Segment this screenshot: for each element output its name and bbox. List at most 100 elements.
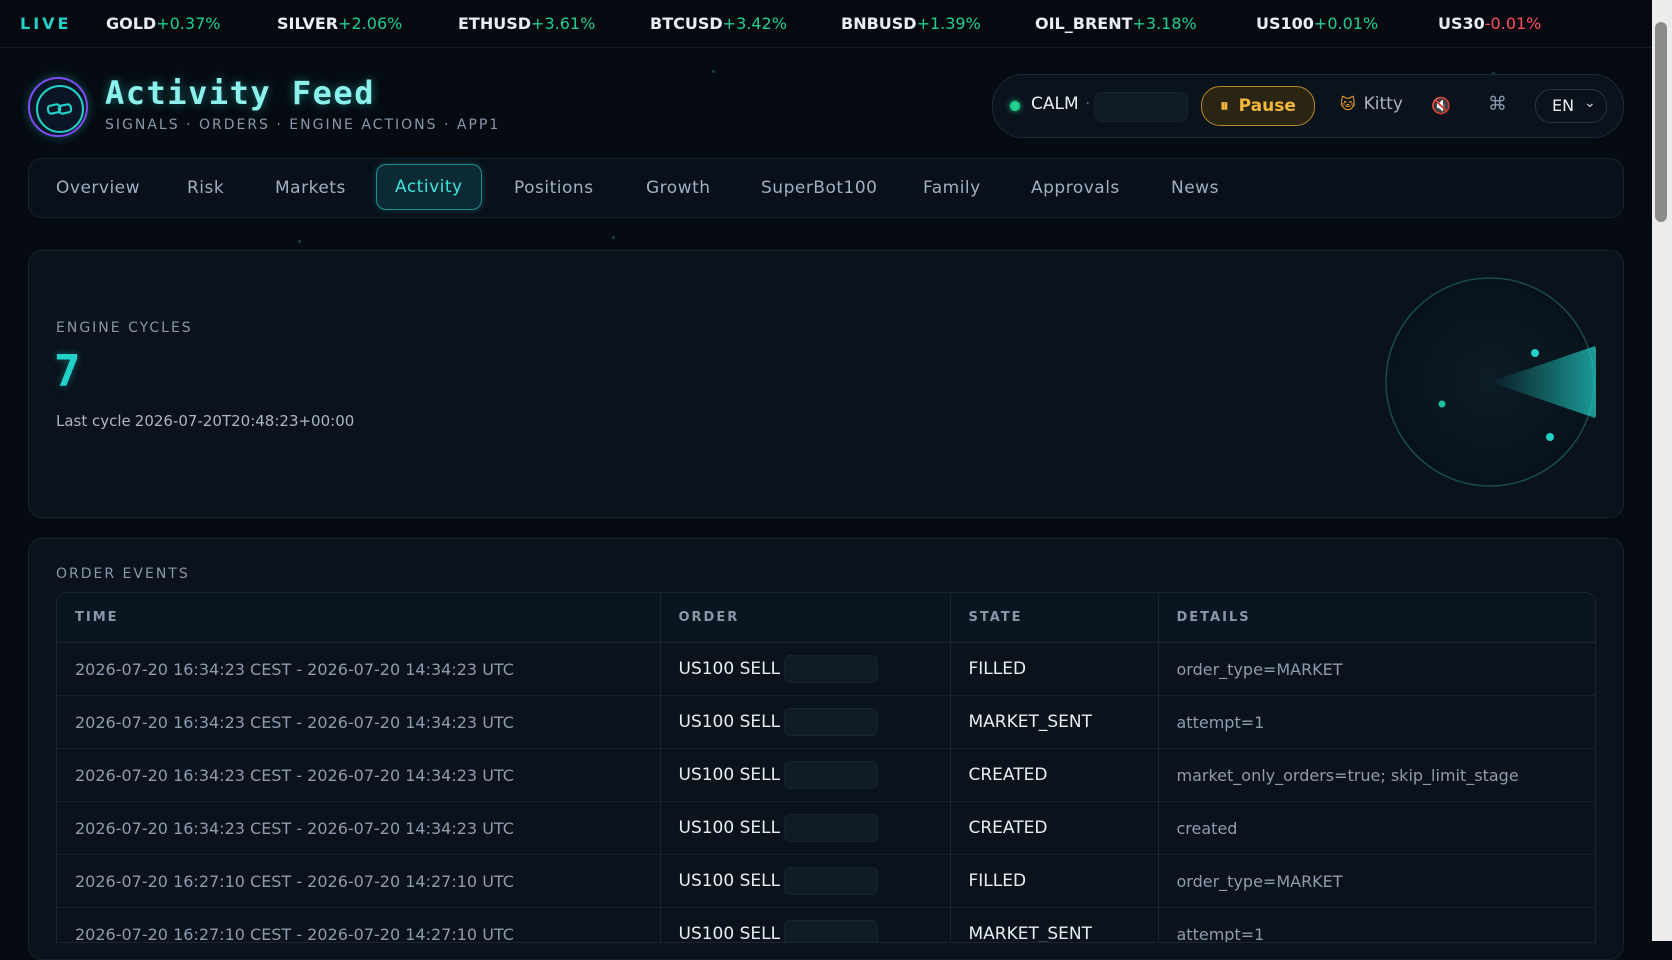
pause-icon: ⏸ (1220, 96, 1229, 116)
radar-blip (1531, 349, 1539, 357)
mood-separator: · (1085, 94, 1091, 114)
mood-status: CALM (1031, 94, 1079, 114)
tab-markets[interactable]: Markets (275, 166, 346, 210)
ticker-item-silver[interactable]: SILVER+2.06% (277, 0, 402, 47)
ticker-change: +0.37% (156, 14, 221, 33)
speaker-muted-icon[interactable]: 🔇 (1431, 96, 1451, 115)
cell-time: 2026-07-20 16:27:10 CEST - 2026-07-20 14… (57, 907, 661, 942)
radar-blip (1546, 433, 1554, 441)
radar-graphic (1385, 277, 1596, 487)
cell-state: MARKET_SENT (950, 695, 1159, 749)
cell-order: US100 SELL (660, 642, 951, 696)
table-row[interactable]: 2026-07-20 16:27:10 CEST - 2026-07-20 14… (57, 854, 1595, 908)
order-id-badge (784, 867, 879, 895)
tab-growth[interactable]: Growth (646, 166, 711, 210)
mood-value-badge (1094, 92, 1188, 122)
order-id-badge (784, 708, 879, 736)
ticker-change: +3.18% (1132, 14, 1197, 33)
ticker-symbol: US30 (1438, 14, 1485, 33)
order-label: US100 SELL (678, 924, 781, 943)
tab-family[interactable]: Family (923, 166, 981, 210)
cell-details: order_type=MARKET (1158, 854, 1595, 908)
radar-blip (1438, 400, 1446, 408)
tab-approvals[interactable]: Approvals (1031, 166, 1120, 210)
chevron-down-icon: ⌄ (1584, 95, 1596, 111)
language-value: EN (1552, 96, 1575, 115)
scrollbar-thumb[interactable] (1655, 22, 1667, 222)
engine-cycles-value: 7 (54, 346, 81, 397)
order-id-badge (784, 920, 879, 942)
cell-state: FILLED (950, 854, 1159, 908)
cell-details: created (1158, 801, 1595, 855)
order-label: US100 SELL (678, 659, 781, 679)
order-label: US100 SELL (678, 818, 781, 838)
engine-cycles-label: ENGINE CYCLES (56, 320, 193, 336)
cell-state: MARKET_SENT (950, 907, 1159, 942)
cell-details: order_type=MARKET (1158, 642, 1595, 696)
cell-state: FILLED (950, 642, 1159, 696)
ticker-change: +2.06% (338, 14, 403, 33)
table-row[interactable]: 2026-07-20 16:34:23 CEST - 2026-07-20 14… (57, 801, 1595, 855)
ticker-item-us100[interactable]: US100+0.01% (1256, 0, 1378, 47)
ticker-change: +3.61% (531, 14, 596, 33)
ticker-symbol: OIL_BRENT (1035, 14, 1133, 33)
tab-risk[interactable]: Risk (187, 166, 224, 210)
ticker-item-gold[interactable]: GOLD+0.37% (106, 0, 220, 47)
app-logo[interactable] (28, 77, 88, 137)
tab-news[interactable]: News (1171, 166, 1219, 210)
column-header-order[interactable]: ORDER (660, 593, 951, 643)
ticker-item-bnbusd[interactable]: BNBUSD+1.39% (841, 0, 981, 47)
status-dot-icon (1010, 101, 1020, 111)
column-header-state[interactable]: STATE (950, 593, 1159, 643)
cell-time: 2026-07-20 16:34:23 CEST - 2026-07-20 14… (57, 748, 661, 802)
order-id-badge (784, 761, 879, 789)
order-label: US100 SELL (678, 871, 781, 891)
last-cycle-text: Last cycle 2026-07-20T20:48:23+00:00 (56, 412, 354, 430)
cell-order: US100 SELL (660, 907, 951, 943)
tab-activity[interactable]: Activity (376, 164, 482, 210)
table-header-row: TIME ORDER STATE DETAILS (57, 593, 1595, 643)
cell-state: CREATED (950, 801, 1159, 855)
table-row[interactable]: 2026-07-20 16:34:23 CEST - 2026-07-20 14… (57, 642, 1595, 696)
live-indicator: LIVE (20, 14, 72, 33)
ticker-item-ethusd[interactable]: ETHUSD+3.61% (458, 0, 595, 47)
cell-time: 2026-07-20 16:27:10 CEST - 2026-07-20 14… (57, 854, 661, 908)
ticker-item-btcusd[interactable]: BTCUSD+3.42% (650, 0, 787, 47)
table-row[interactable]: 2026-07-20 16:34:23 CEST - 2026-07-20 14… (57, 695, 1595, 749)
column-header-time[interactable]: TIME (57, 593, 661, 643)
ticker-symbol: US100 (1256, 14, 1314, 33)
ticker-symbol: BNBUSD (841, 14, 917, 33)
cell-order: US100 SELL (660, 748, 951, 802)
cat-icon: 🐱 (1340, 95, 1356, 113)
column-header-details[interactable]: DETAILS (1158, 593, 1595, 643)
ticker-symbol: BTCUSD (650, 14, 723, 33)
cell-details: attempt=1 (1158, 907, 1595, 942)
tab-positions[interactable]: Positions (514, 166, 594, 210)
page-title: Activity Feed (105, 74, 375, 112)
kitty-label: Kitty (1363, 94, 1403, 114)
ticker-item-oil-brent[interactable]: OIL_BRENT+3.18% (1035, 0, 1197, 47)
command-icon[interactable]: ⌘ (1488, 93, 1507, 115)
ticker-symbol: SILVER (277, 14, 339, 33)
ticker-symbol: ETHUSD (458, 14, 532, 33)
ticker-change: +0.01% (1313, 14, 1379, 33)
pause-button[interactable]: ⏸ Pause (1201, 86, 1315, 126)
cell-order: US100 SELL (660, 695, 951, 749)
ticker-change: +1.39% (916, 14, 981, 33)
cell-time: 2026-07-20 16:34:23 CEST - 2026-07-20 14… (57, 801, 661, 855)
cell-state: CREATED (950, 748, 1159, 802)
cell-details: attempt=1 (1158, 695, 1595, 749)
order-label: US100 SELL (678, 712, 781, 732)
ticker-item-us30[interactable]: US30-0.01% (1438, 0, 1541, 47)
price-ticker: LIVE GOLD+0.37% SILVER+2.06% ETHUSD+3.61… (0, 0, 1652, 48)
table-row[interactable]: 2026-07-20 16:27:10 CEST - 2026-07-20 14… (57, 907, 1595, 943)
cell-time: 2026-07-20 16:34:23 CEST - 2026-07-20 14… (57, 695, 661, 749)
tab-overview[interactable]: Overview (56, 166, 140, 210)
order-events-table: TIME ORDER STATE DETAILS 2026-07-20 16:3… (56, 592, 1596, 943)
kitty-button[interactable]: 🐱 Kitty (1340, 94, 1403, 114)
cell-time: 2026-07-20 16:34:23 CEST - 2026-07-20 14… (57, 642, 661, 696)
order-id-badge (784, 655, 879, 683)
tab-superbot100[interactable]: SuperBot100 (761, 166, 877, 210)
table-row[interactable]: 2026-07-20 16:34:23 CEST - 2026-07-20 14… (57, 748, 1595, 802)
language-select[interactable]: EN ⌄ (1535, 89, 1607, 123)
